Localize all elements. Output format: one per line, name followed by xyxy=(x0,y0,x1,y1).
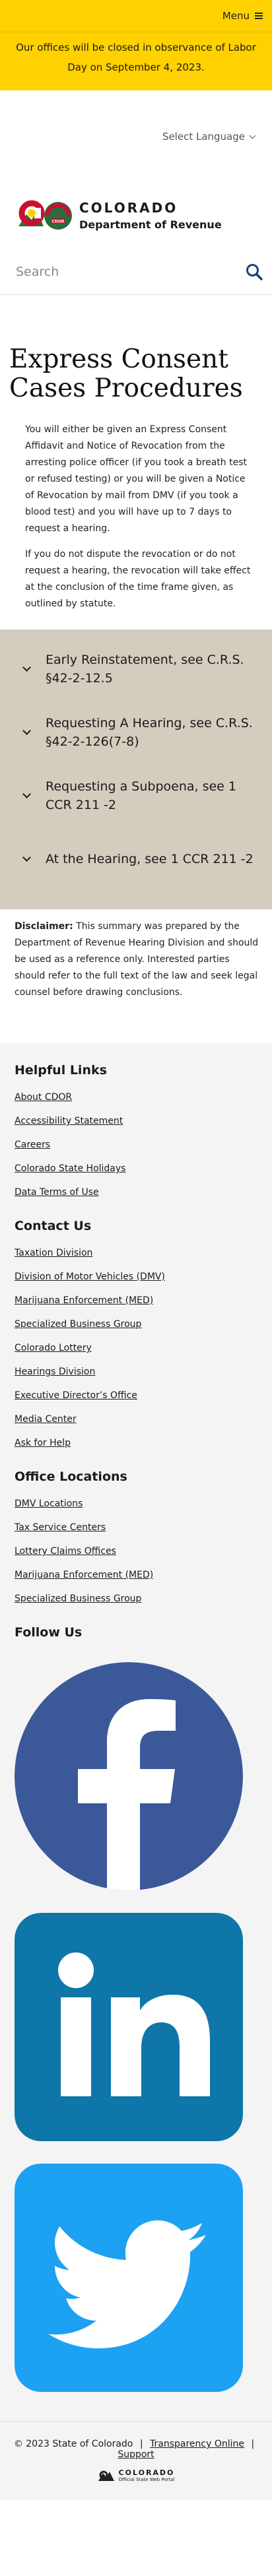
footer-link-executive-director[interactable]: Executive Director’s Office xyxy=(15,1390,137,1401)
office-locations-section: Office Locations DMV Locations Tax Servi… xyxy=(0,1469,272,1611)
chevron-down-icon xyxy=(22,726,31,735)
page-title: Express Consent Cases Procedures xyxy=(9,344,243,403)
footer-link-careers[interactable]: Careers xyxy=(15,1140,50,1150)
footer-link-about-cdor[interactable]: About CDOR xyxy=(15,1092,72,1103)
bottom-bar: © 2023 State of Colorado | Transparency … xyxy=(0,2421,272,2499)
footer-link-specialized-business-locations[interactable]: Specialized Business Group xyxy=(15,1594,141,1604)
note-paragraph: If you do not dispute the revocation or … xyxy=(25,549,251,609)
language-label: Select Language xyxy=(162,131,245,143)
accordion-item-requesting-subpoena[interactable]: Requesting a Subpoena, see 1 CCR 211 -2 xyxy=(0,764,272,827)
follow-us-section: Follow Us xyxy=(0,1625,272,1640)
helpful-links-section: Helpful Links About CDOR Accessibility S… xyxy=(0,1063,272,1204)
search-icon[interactable] xyxy=(246,263,263,280)
footer-link-taxation[interactable]: Taxation Division xyxy=(15,1248,92,1258)
helpful-links-heading: Helpful Links xyxy=(15,1063,107,1078)
site-footer: Helpful Links About CDOR Accessibility S… xyxy=(0,1043,272,2421)
follow-us-heading: Follow Us xyxy=(15,1625,83,1640)
contact-us-heading: Contact Us xyxy=(15,1219,92,1233)
main-content: Express Consent Cases Procedures You wil… xyxy=(0,295,272,612)
accordion-item-label: At the Hearing, see 1 CCR 211 -2 xyxy=(46,852,254,866)
transparency-online-link[interactable]: Transparency Online xyxy=(150,2439,244,2449)
disclaimer-text: This summary was prepared by the Departm… xyxy=(15,921,259,998)
chevron-down-icon xyxy=(249,132,256,139)
svg-text:CDOR: CDOR xyxy=(51,220,64,224)
facebook-icon[interactable] xyxy=(15,1662,243,1890)
intro-paragraph: You will either be given an Express Cons… xyxy=(25,424,247,534)
footer-link-dmv[interactable]: Division of Motor Vehicles (DMV) xyxy=(15,1272,165,1282)
portal-subtitle: Official State Web Portal xyxy=(118,2477,175,2482)
chevron-down-icon xyxy=(22,662,31,672)
chevron-down-icon xyxy=(22,853,31,862)
procedures-accordion: Early Reinstatement, see C.R.S. §42-2-12… xyxy=(0,629,272,909)
search-input[interactable] xyxy=(16,264,214,279)
logo-department-name: Department of Revenue xyxy=(79,218,222,231)
disclaimer-label: Disclaimer: xyxy=(15,921,73,932)
closure-alert: Our offices will be closed in observance… xyxy=(0,32,272,90)
site-logo[interactable]: CDOR COLORADO Department of Revenue xyxy=(0,183,272,249)
menu-button[interactable]: Menu xyxy=(222,10,263,22)
accordion-item-at-hearing[interactable]: At the Hearing, see 1 CCR 211 -2 xyxy=(0,827,272,891)
top-bar: Menu xyxy=(0,0,272,32)
accordion-item-label: Early Reinstatement, see C.R.S. §42-2-12… xyxy=(46,653,244,686)
footer-link-ask-for-help[interactable]: Ask for Help xyxy=(15,1438,71,1448)
colorado-portal-icon xyxy=(98,2470,114,2481)
accordion-item-label: Requesting a Subpoena, see 1 CCR 211 -2 xyxy=(46,779,236,812)
footer-link-specialized-business[interactable]: Specialized Business Group xyxy=(15,1319,141,1330)
footer-link-dmv-locations[interactable]: DMV Locations xyxy=(15,1498,83,1509)
alert-text: Our offices will be closed in observance… xyxy=(16,42,256,73)
contact-us-section: Contact Us Taxation Division Division of… xyxy=(0,1219,272,1455)
logo-state-name: COLORADO xyxy=(79,200,178,216)
footer-link-marijuana-locations[interactable]: Marijuana Enforcement (MED) xyxy=(15,1570,153,1580)
footer-link-holidays[interactable]: Colorado State Holidays xyxy=(15,1163,125,1174)
footer-link-tax-service-centers[interactable]: Tax Service Centers xyxy=(15,1522,106,1533)
linkedin-icon[interactable] xyxy=(15,1913,243,2141)
footer-link-media-center[interactable]: Media Center xyxy=(15,1414,77,1425)
accordion-item-label: Requesting A Hearing, see C.R.S. §42-2-1… xyxy=(46,716,253,749)
portal-name: COLORADO xyxy=(118,2468,175,2477)
language-selector[interactable]: Select Language xyxy=(0,90,272,183)
footer-link-lottery-claims[interactable]: Lottery Claims Offices xyxy=(15,1546,116,1557)
accordion-item-requesting-hearing[interactable]: Requesting A Hearing, see C.R.S. §42-2-1… xyxy=(0,701,272,764)
colorado-logo-mark: CDOR xyxy=(17,196,73,236)
copyright-text: © 2023 State of Colorado xyxy=(13,2439,133,2449)
search-bar xyxy=(0,249,272,295)
footer-link-lottery[interactable]: Colorado Lottery xyxy=(15,1343,92,1353)
footer-link-marijuana[interactable]: Marijuana Enforcement (MED) xyxy=(15,1295,153,1306)
colorado-portal-logo[interactable]: COLORADO Official State Web Portal xyxy=(0,2469,272,2482)
footer-link-accessibility[interactable]: Accessibility Statement xyxy=(15,1116,123,1126)
hamburger-icon xyxy=(255,13,263,19)
footer-link-hearings[interactable]: Hearings Division xyxy=(15,1367,95,1377)
menu-label: Menu xyxy=(222,10,250,22)
social-links xyxy=(0,1662,272,2392)
colorado-c-logo-icon: CDOR xyxy=(18,200,72,230)
chevron-down-icon xyxy=(22,789,31,798)
accordion-item-early-reinstatement[interactable]: Early Reinstatement, see C.R.S. §42-2-12… xyxy=(0,637,272,701)
disclaimer: Disclaimer: This summary was prepared by… xyxy=(0,909,272,1001)
twitter-icon[interactable] xyxy=(15,2164,243,2392)
support-link[interactable]: Support xyxy=(118,2449,154,2460)
office-locations-heading: Office Locations xyxy=(15,1469,127,1484)
footer-link-data-terms[interactable]: Data Terms of Use xyxy=(15,1187,99,1198)
